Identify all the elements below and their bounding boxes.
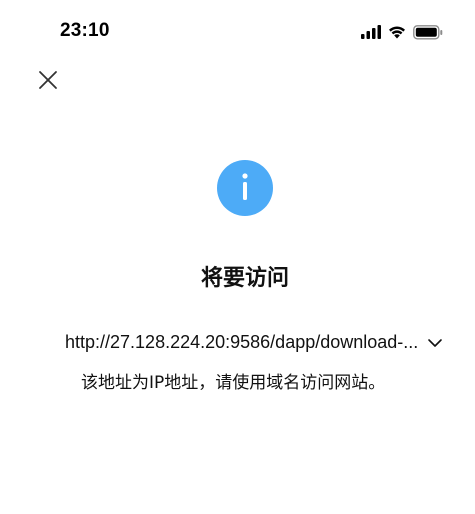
chevron-down-icon[interactable]	[427, 335, 443, 351]
dialog-title: 将要访问	[200, 266, 289, 291]
url-row[interactable]: http://27.128.224.20:9586/dapp/download-…	[65, 330, 450, 356]
url-text: http://27.128.224.20:9586/dapp/download-…	[65, 332, 419, 352]
wifi-icon	[389, 26, 405, 39]
status-bar: 23:10	[0, 0, 475, 64]
cellular-signal-icon	[361, 25, 381, 39]
info-icon	[216, 159, 274, 217]
status-icons-svg	[361, 25, 443, 40]
battery-icon	[413, 25, 443, 40]
close-icon	[39, 71, 57, 89]
close-button[interactable]	[34, 66, 62, 94]
status-icons	[359, 22, 449, 42]
ip-warning-text: 该地址为IP地址，请使用域名访问网站。	[81, 373, 386, 393]
status-time: 23:10	[60, 20, 110, 41]
